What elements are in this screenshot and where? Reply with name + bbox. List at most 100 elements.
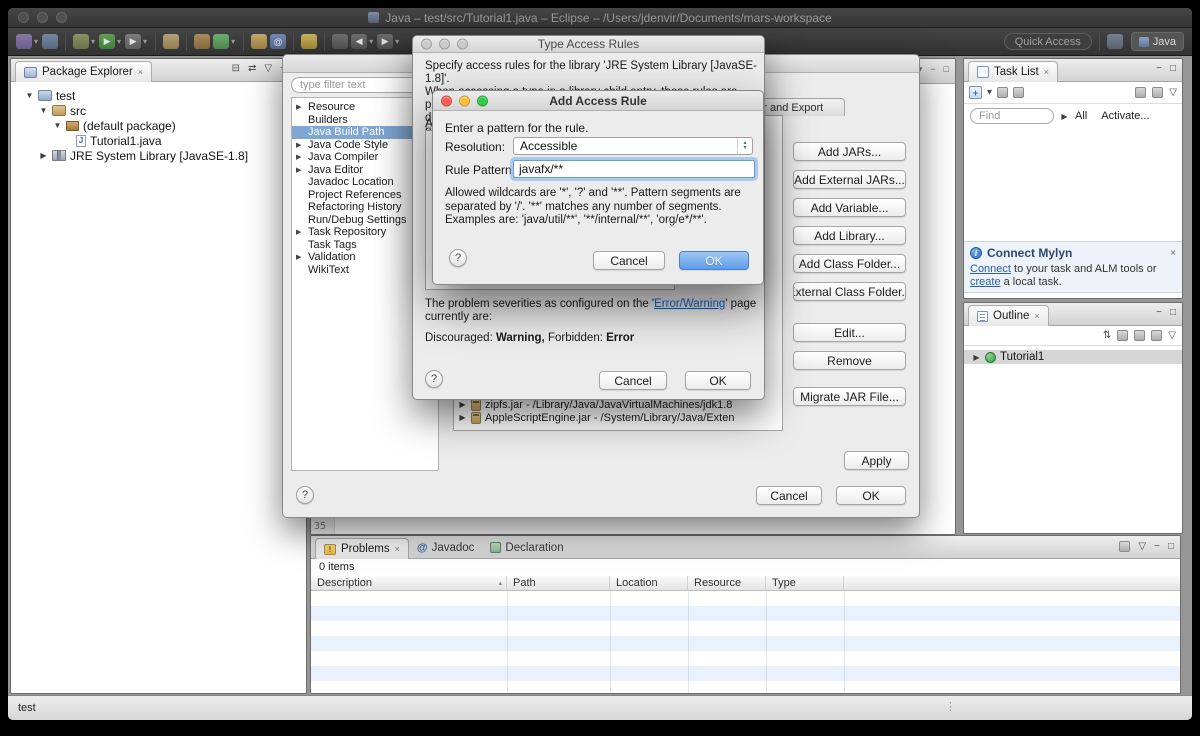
new-task-icon[interactable]: + — [969, 86, 982, 99]
add-external-jars-button[interactable]: Add External JARs... — [793, 170, 906, 189]
mylyn-create-link[interactable]: create — [970, 276, 1001, 288]
problems-view-menu-icon[interactable]: ▽ — [1138, 541, 1146, 552]
jar-export-icon[interactable] — [251, 34, 268, 49]
new-task-menu-icon[interactable]: ▾ — [987, 87, 992, 98]
synchronize-icon[interactable] — [1152, 87, 1164, 98]
sort-icon[interactable]: ⇅ — [1103, 330, 1111, 341]
column-resource[interactable]: Resource — [688, 576, 766, 590]
close-tab-icon[interactable]: × — [1044, 67, 1049, 77]
minimize-icon[interactable]: − — [1156, 308, 1162, 318]
close-tab-icon[interactable]: × — [395, 544, 400, 554]
edit-button[interactable]: Edit... — [793, 323, 906, 342]
add-variable-button[interactable]: Add Variable... — [793, 198, 906, 217]
debug-icon[interactable] — [73, 34, 90, 49]
expand-icon[interactable]: ▶ — [458, 413, 467, 422]
column-location[interactable]: Location — [610, 576, 688, 590]
forward-icon[interactable]: ▶ — [377, 34, 394, 49]
scope-all-label[interactable]: All — [1075, 110, 1087, 122]
editor-minimize-icon[interactable]: − — [930, 65, 935, 74]
column-type[interactable]: Type — [766, 576, 844, 590]
expand-icon[interactable]: ▶ — [972, 353, 981, 362]
help-button[interactable]: ? — [449, 249, 467, 267]
back-menu-icon[interactable]: ▾ — [369, 37, 373, 46]
task-list-view-menu-icon[interactable]: ▽ — [1169, 87, 1177, 98]
close-tab-icon[interactable]: × — [1034, 311, 1039, 321]
run-icon[interactable]: ▶ — [99, 34, 116, 49]
find-input[interactable] — [970, 108, 1054, 124]
status-gripper[interactable]: ⋮ — [945, 700, 956, 713]
minimize-dialog-icon[interactable] — [459, 95, 470, 106]
open-perspective-icon[interactable] — [1106, 34, 1123, 49]
close-window-icon[interactable] — [18, 12, 29, 23]
new-java-project-icon[interactable] — [163, 34, 180, 49]
tab-problems[interactable]: ! Problems × — [315, 538, 409, 559]
hide-static-members-icon[interactable] — [1134, 330, 1146, 341]
collapse-all-icon[interactable]: ⊟ — [232, 64, 240, 74]
external-tools-menu-icon[interactable]: ▾ — [143, 37, 147, 46]
run-menu-icon[interactable]: ▾ — [117, 37, 121, 46]
tree-item-jre-library[interactable]: ▶ JRE System Library [JavaSE-1.8] — [11, 148, 306, 163]
tab-declaration[interactable]: Declaration — [482, 537, 571, 558]
type-access-rules-cancel-button[interactable]: Cancel — [599, 371, 667, 390]
migrate-jar-button[interactable]: Migrate JAR File... — [793, 387, 906, 406]
tab-package-explorer[interactable]: Package Explorer × — [15, 61, 153, 82]
tree-item-src[interactable]: ▼ src — [11, 103, 306, 118]
focus-icon[interactable] — [1013, 87, 1025, 98]
link-with-editor-icon[interactable]: ⇄ — [248, 64, 256, 74]
properties-ok-button[interactable]: OK — [836, 486, 906, 505]
save-icon[interactable] — [42, 34, 59, 49]
search-icon[interactable] — [301, 34, 318, 49]
maximize-icon[interactable]: □ — [1170, 64, 1176, 74]
java-perspective-button[interactable]: Java — [1130, 32, 1184, 51]
maximize-icon[interactable]: □ — [1170, 308, 1176, 318]
remove-button[interactable]: Remove — [793, 351, 906, 370]
column-path[interactable]: Path — [507, 576, 610, 590]
dismiss-mylyn-icon[interactable]: × — [1170, 248, 1176, 259]
tab-javadoc[interactable]: @ Javadoc — [409, 537, 483, 558]
mylyn-connect-link[interactable]: Connect — [970, 263, 1011, 275]
zoom-dialog-icon[interactable] — [457, 38, 468, 50]
expand-icon[interactable]: ▼ — [39, 106, 48, 115]
add-external-class-folder-button[interactable]: External Class Folder... — [793, 282, 906, 301]
expand-icon[interactable]: ▼ — [25, 91, 34, 100]
minimize-icon[interactable]: − — [1156, 64, 1162, 74]
hide-non-public-icon[interactable] — [1151, 330, 1163, 341]
view-menu-icon[interactable]: ▽ — [264, 64, 272, 74]
outline-item-tutorial1[interactable]: ▶ Tutorial1 — [964, 350, 1182, 364]
new-wizard-menu-icon[interactable]: ▾ — [34, 37, 38, 46]
last-edit-location-icon[interactable] — [332, 34, 349, 49]
filter-icon[interactable] — [1119, 541, 1131, 552]
zoom-dialog-icon[interactable] — [477, 95, 488, 106]
error-warning-link[interactable]: Error/Warning — [654, 298, 726, 310]
tree-item-project[interactable]: ▼ test — [11, 88, 306, 103]
add-library-button[interactable]: Add Library... — [793, 226, 906, 245]
help-button[interactable]: ? — [296, 486, 314, 504]
tree-item-tutorial1[interactable]: J Tutorial1.java — [11, 133, 306, 148]
help-button[interactable]: ? — [425, 370, 443, 388]
minimize-window-icon[interactable] — [37, 12, 48, 23]
back-icon[interactable]: ◀ — [351, 34, 368, 49]
hide-fields-icon[interactable] — [1117, 330, 1129, 341]
editor-maximize-icon[interactable]: □ — [944, 65, 949, 74]
properties-cancel-button[interactable]: Cancel — [756, 486, 822, 505]
categorize-icon[interactable] — [997, 87, 1009, 98]
column-description[interactable]: Description ▴ — [311, 576, 507, 590]
add-class-folder-button[interactable]: Add Class Folder... — [793, 254, 906, 273]
apply-button[interactable]: Apply — [844, 451, 909, 470]
new-class-menu-icon[interactable]: ▾ — [231, 37, 235, 46]
expand-icon[interactable]: ▼ — [53, 121, 62, 130]
minimize-dialog-icon[interactable] — [439, 38, 450, 50]
forward-menu-icon[interactable]: ▾ — [395, 37, 399, 46]
jar-entry[interactable]: ▶ AppleScriptEngine.jar - /System/Librar… — [458, 411, 734, 424]
new-class-icon[interactable] — [213, 34, 230, 49]
problems-table-body[interactable] — [311, 591, 1180, 693]
add-rule-cancel-button[interactable]: Cancel — [593, 251, 665, 270]
add-rule-ok-button[interactable]: OK — [679, 251, 749, 270]
maximize-icon[interactable]: □ — [1168, 541, 1174, 552]
outline-view-menu-icon[interactable]: ▽ — [1168, 330, 1176, 341]
external-tools-icon[interactable]: ▶ — [125, 34, 142, 49]
close-dialog-icon[interactable] — [441, 95, 452, 106]
quick-access-button[interactable]: Quick Access — [1003, 33, 1092, 50]
collapse-icon[interactable]: ▶ — [39, 151, 48, 160]
tree-item-default-package[interactable]: ▼ (default package) — [11, 118, 306, 133]
